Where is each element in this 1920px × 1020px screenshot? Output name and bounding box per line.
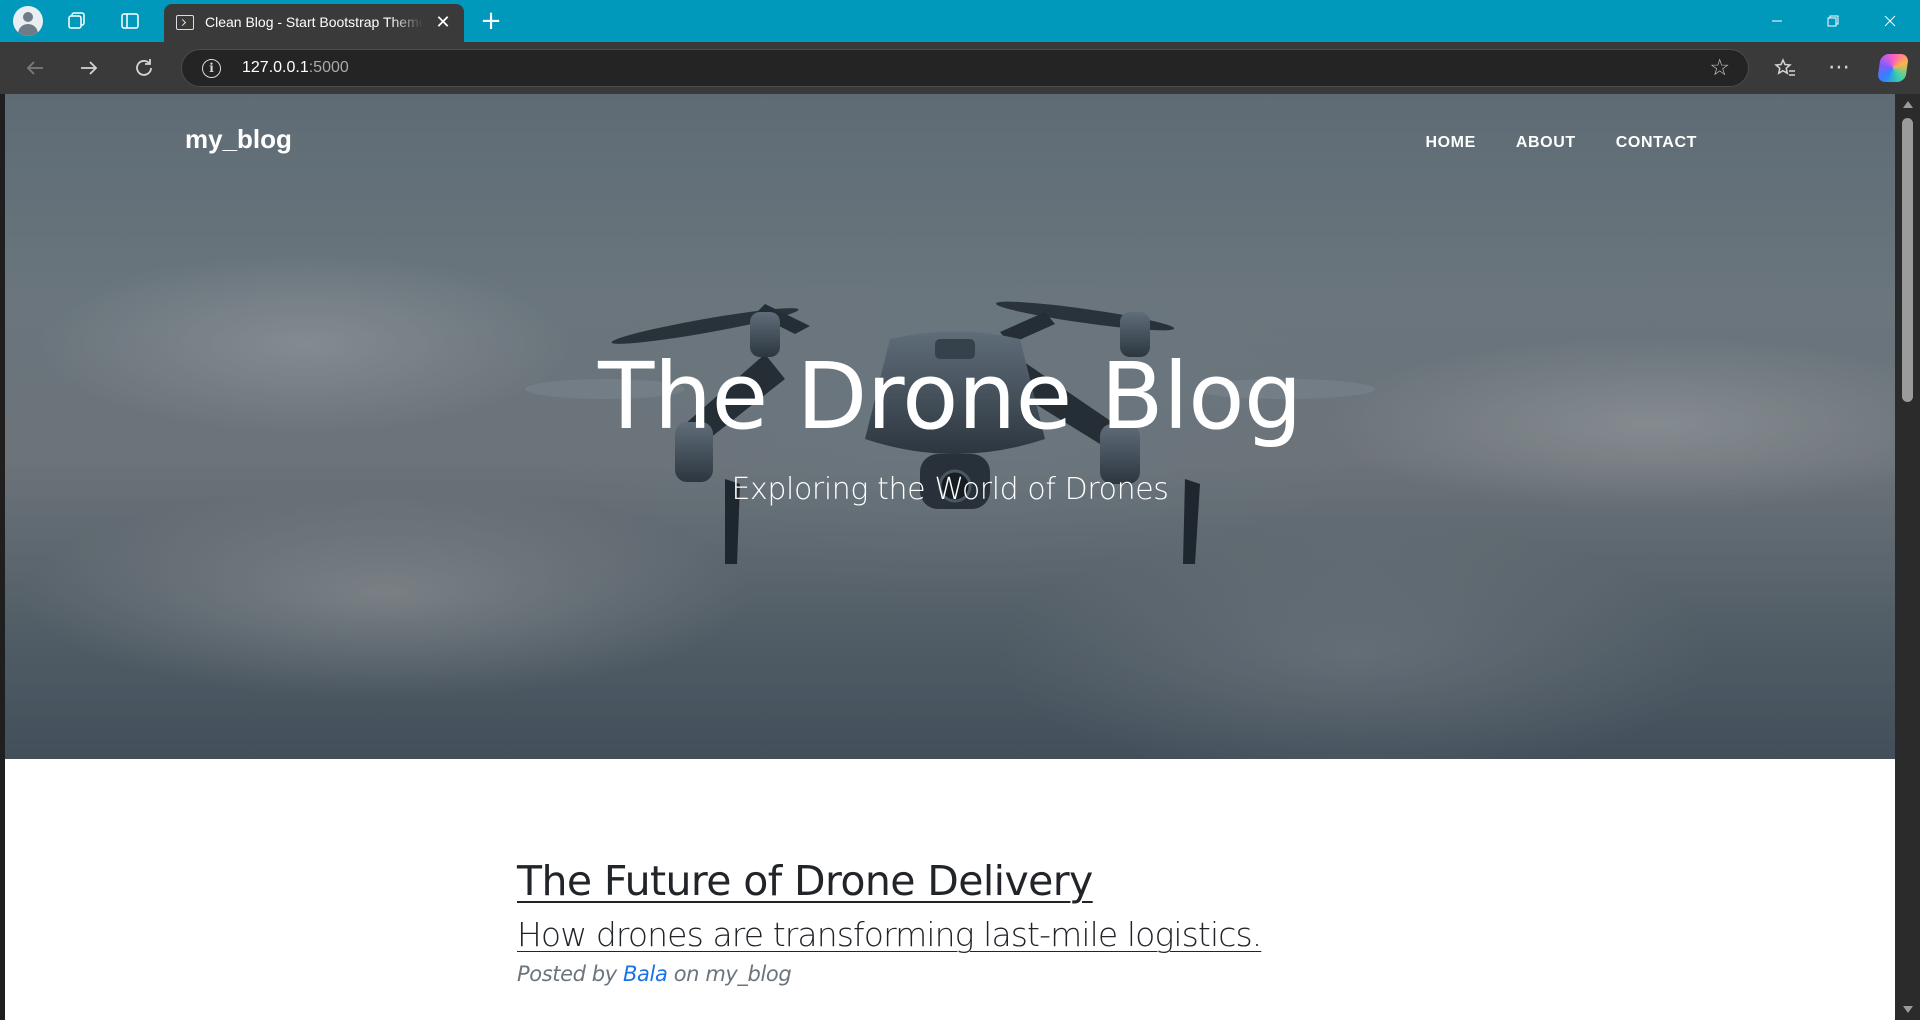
- tab-strip: Clean Blog - Start Bootstrap Theme ✕ +: [0, 0, 1920, 42]
- scrollbar-thumb[interactable]: [1902, 118, 1913, 402]
- refresh-icon[interactable]: [128, 52, 160, 84]
- restore-button[interactable]: [1805, 0, 1861, 42]
- favorites-icon[interactable]: [1768, 52, 1802, 84]
- tab-active[interactable]: Clean Blog - Start Bootstrap Theme ✕: [164, 4, 464, 42]
- page-viewport: my_blog HOME ABOUT CONTACT The Drone Blo…: [5, 94, 1895, 1020]
- url-text[interactable]: 127.0.0.1:5000: [242, 59, 349, 77]
- favorite-star-icon[interactable]: ☆: [1709, 55, 1730, 81]
- hero-subtitle: Exploring the World of Drones: [731, 472, 1169, 507]
- collections-icon[interactable]: [63, 7, 91, 35]
- tab-title: Clean Blog - Start Bootstrap Theme: [205, 14, 423, 30]
- tab-close-icon[interactable]: ✕: [432, 12, 454, 34]
- more-icon[interactable]: ⋯: [1822, 52, 1856, 84]
- post-title-link[interactable]: The Future of Drone Delivery: [517, 857, 1093, 905]
- minimize-button[interactable]: [1749, 0, 1805, 42]
- nav-about[interactable]: ABOUT: [1516, 134, 1576, 152]
- post-subtitle-link[interactable]: How drones are transforming last-mile lo…: [517, 915, 1417, 954]
- scroll-up-icon[interactable]: [1903, 101, 1913, 108]
- scroll-down-icon[interactable]: [1903, 1006, 1913, 1013]
- main-nav: HOME ABOUT CONTACT: [1425, 134, 1697, 152]
- tab-favicon-icon: [176, 15, 194, 30]
- nav-contact[interactable]: CONTACT: [1616, 134, 1697, 152]
- profile-icon[interactable]: [13, 6, 43, 36]
- address-bar[interactable]: i 127.0.0.1:5000 ☆: [181, 49, 1749, 87]
- hero-title: The Drone Blog: [598, 343, 1302, 450]
- nav-home[interactable]: HOME: [1425, 134, 1475, 152]
- close-window-button[interactable]: [1862, 0, 1918, 42]
- page-scrollbar[interactable]: [1895, 94, 1920, 1020]
- tab-actions-icon[interactable]: [116, 7, 144, 35]
- post-meta: Posted by Bala on my_blog: [517, 962, 792, 986]
- site-brand[interactable]: my_blog: [185, 124, 292, 155]
- post-preview: The Future of Drone Delivery How drones …: [517, 857, 1417, 986]
- back-icon[interactable]: [19, 52, 51, 84]
- info-icon[interactable]: i: [202, 59, 221, 78]
- hero-header: my_blog HOME ABOUT CONTACT The Drone Blo…: [5, 94, 1895, 759]
- browser-toolbar: i 127.0.0.1:5000 ☆ ⋯: [0, 42, 1920, 94]
- copilot-icon[interactable]: [1877, 54, 1909, 82]
- new-tab-icon[interactable]: +: [477, 7, 505, 35]
- forward-icon[interactable]: [73, 52, 105, 84]
- post-author-link[interactable]: Bala: [623, 962, 668, 986]
